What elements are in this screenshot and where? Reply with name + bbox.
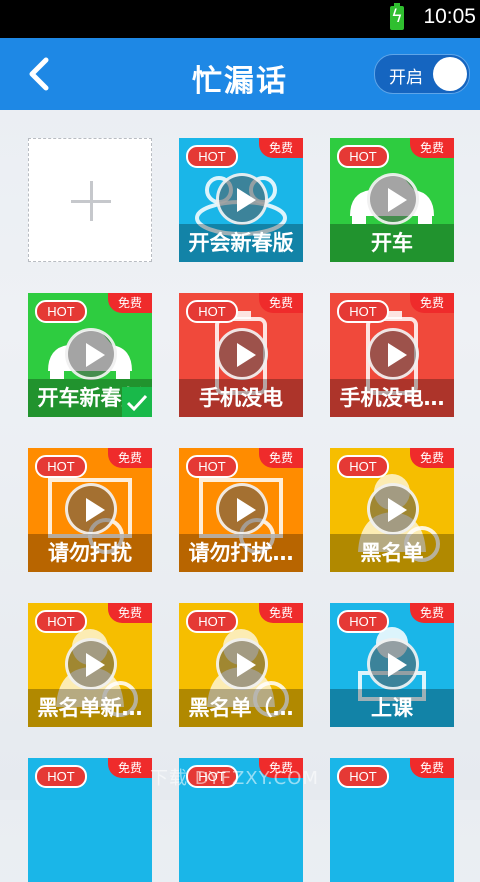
scene-tile[interactable]: HOT 免费开车 [330,138,454,262]
plus-icon-bar [71,200,111,203]
free-badge: 免费 [259,293,303,313]
tile-caption: 上课 [330,689,454,727]
hot-badge: HOT [186,455,238,478]
free-badge: 免费 [410,603,454,623]
toggle-knob [433,57,467,91]
play-icon[interactable] [216,483,268,535]
enable-toggle[interactable]: 开启 [374,54,470,94]
hot-badge: HOT [337,610,389,633]
scene-tile[interactable]: HOT 免费手机没电… [330,293,454,417]
tile-caption: 手机没电… [330,379,454,417]
scene-tile[interactable]: HOT 免费黑名单 [330,448,454,572]
scene-tile[interactable]: HOT 免费 [28,758,152,882]
scene-tile[interactable]: HOT 免费开会新春版 [179,138,303,262]
free-badge: 免费 [410,138,454,158]
play-icon[interactable] [216,173,268,225]
toggle-label: 开启 [389,68,423,88]
hot-badge: HOT [35,610,87,633]
play-icon[interactable] [367,173,419,225]
status-bar: ϟ 10:05 [0,0,480,38]
play-icon[interactable] [367,638,419,690]
play-icon[interactable] [65,483,117,535]
free-badge: 免费 [410,448,454,468]
tile-caption: 黑名单 [330,534,454,572]
tile-caption: 请勿打扰 [28,534,152,572]
hot-badge: HOT [337,300,389,323]
status-time: 10:05 [423,5,476,28]
hot-badge: HOT [35,300,87,323]
free-badge: 免费 [108,603,152,623]
tile-caption: 请勿打扰… [179,534,303,572]
add-scene-button[interactable] [28,138,152,262]
tile-caption: 开会新春版 [179,224,303,262]
free-badge: 免费 [108,758,152,778]
scene-tile[interactable]: HOT 免费黑名单（… [179,603,303,727]
hot-badge: HOT [186,300,238,323]
scene-tile[interactable]: HOT 免费请勿打扰… [179,448,303,572]
battery-charging-icon: ϟ [390,3,404,30]
hot-badge: HOT [35,765,87,788]
hot-badge: HOT [337,455,389,478]
title-bar: 忙漏话 开启 [0,38,480,110]
scene-tile[interactable]: HOT 免费请勿打扰 [28,448,152,572]
tile-caption: 手机没电 [179,379,303,417]
play-icon[interactable] [65,328,117,380]
play-icon[interactable] [367,328,419,380]
free-badge: 免费 [259,448,303,468]
free-badge: 免费 [410,293,454,313]
free-badge: 免费 [259,603,303,623]
free-badge: 免费 [108,448,152,468]
play-icon[interactable] [367,483,419,535]
selected-check-icon [122,387,152,417]
scene-tile[interactable]: HOT 免费黑名单新… [28,603,152,727]
hot-badge: HOT [337,145,389,168]
hot-badge: HOT [186,145,238,168]
tile-caption: 黑名单（… [179,689,303,727]
scene-tile[interactable]: HOT 免费 开车新春版 [28,293,152,417]
play-icon[interactable] [216,638,268,690]
hot-badge: HOT [186,610,238,633]
play-icon[interactable] [216,328,268,380]
tile-caption: 黑名单新… [28,689,152,727]
scene-tile[interactable]: HOT 免费 [330,758,454,882]
tile-caption: 开车 [330,224,454,262]
scene-tile[interactable]: HOT 免费上课 [330,603,454,727]
free-badge: 免费 [108,293,152,313]
free-badge: 免费 [410,758,454,778]
play-icon[interactable] [65,638,117,690]
hot-badge: HOT [337,765,389,788]
watermark: 下载 DYFZXY.COM [150,768,319,789]
free-badge: 免费 [259,138,303,158]
hot-badge: HOT [35,455,87,478]
scene-tile[interactable]: HOT 免费手机没电 [179,293,303,417]
